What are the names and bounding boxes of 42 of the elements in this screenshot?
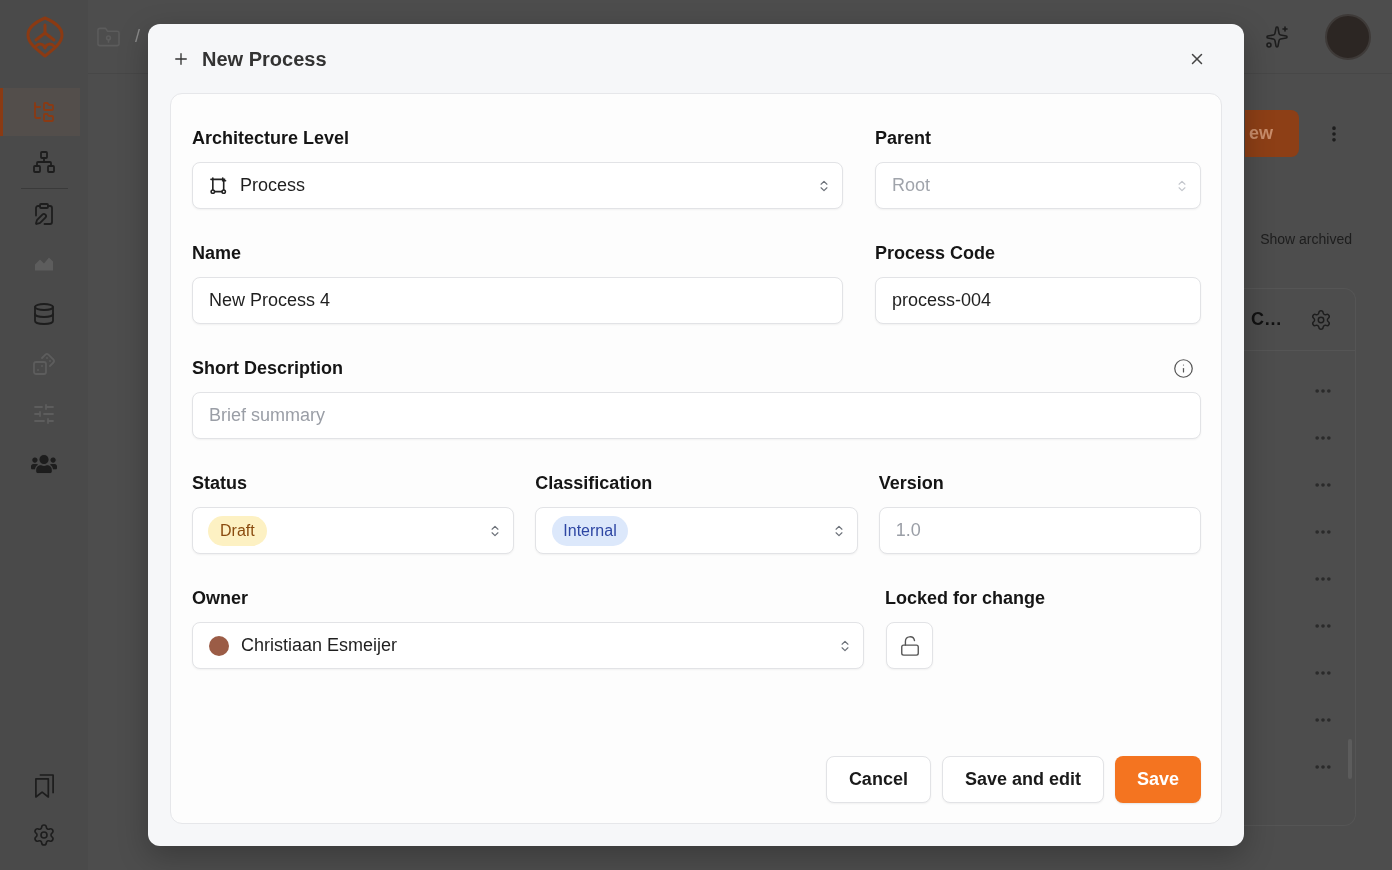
- field-label: Short Description: [192, 357, 343, 380]
- sitemap-icon: [32, 150, 56, 174]
- owner-select[interactable]: Christiaan Esmeijer: [192, 622, 864, 669]
- app-logo[interactable]: [25, 16, 65, 58]
- sparkles-icon[interactable]: [1265, 24, 1289, 49]
- field-label: Parent: [875, 127, 932, 150]
- breadcrumb-separator: /: [135, 25, 140, 48]
- process-code-input[interactable]: process-004: [875, 277, 1201, 324]
- avatar: [209, 635, 229, 656]
- status-select[interactable]: Draft: [192, 507, 515, 554]
- version-input[interactable]: 1.0: [878, 507, 1201, 554]
- field-label: Name: [192, 242, 242, 265]
- classification-select[interactable]: Internal: [535, 507, 858, 554]
- column-header: C…: [1251, 308, 1282, 331]
- secondary-button[interactable]: Save and edit: [941, 756, 1104, 803]
- architecture-level-select[interactable]: Process: [192, 162, 843, 209]
- field-label: Version: [878, 472, 944, 495]
- field-label: Process Code: [875, 242, 996, 265]
- field-label: Classification: [535, 472, 653, 495]
- clipboard-pen-icon: [32, 202, 56, 226]
- short-description-input[interactable]: Brief summary: [192, 392, 1201, 439]
- field-label: Status: [192, 472, 247, 495]
- sidebar-item[interactable]: [0, 88, 80, 136]
- info-icon[interactable]: [1173, 357, 1194, 379]
- field-label: Locked for change: [885, 587, 1046, 610]
- database-icon: [32, 302, 56, 326]
- parent-select: Root: [875, 162, 1201, 209]
- lock-toggle-button[interactable]: [886, 622, 933, 669]
- classification-badge: Internal: [552, 515, 628, 546]
- field-label: Architecture Level: [192, 127, 350, 150]
- secondary-button[interactable]: Cancel: [825, 756, 931, 803]
- status-badge: Draft: [208, 515, 267, 546]
- avatar[interactable]: [1325, 13, 1371, 60]
- unlocked-icon: [898, 634, 921, 657]
- dialog-title: New Process: [202, 46, 327, 72]
- field-label: Owner: [192, 587, 248, 610]
- bookmarks-icon: [33, 772, 55, 798]
- folder-tree-icon: [32, 100, 56, 124]
- connected-nodes-icon: [210, 177, 227, 194]
- settings-icon: [32, 823, 56, 847]
- settings-icon[interactable]: [1310, 308, 1332, 331]
- name-input[interactable]: New Process 4: [192, 277, 843, 324]
